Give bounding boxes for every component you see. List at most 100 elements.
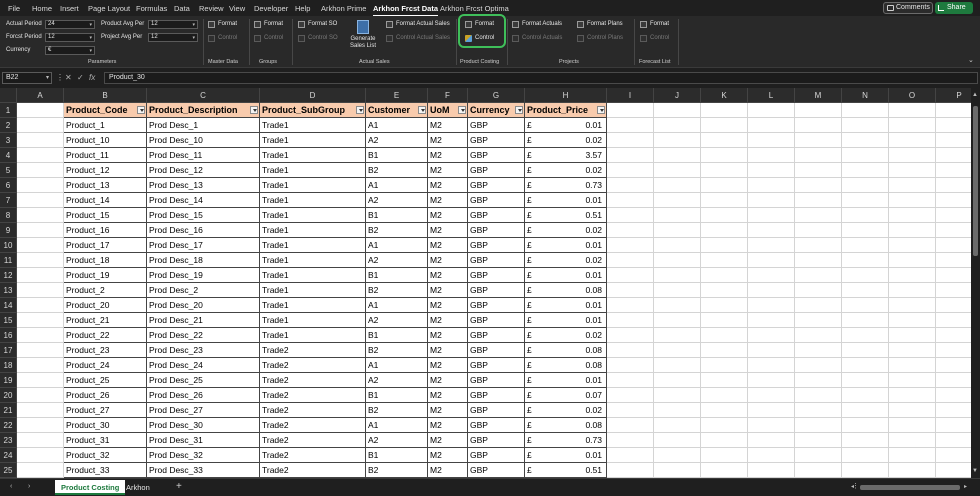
table-cell[interactable]: M2 bbox=[428, 343, 468, 358]
table-cell[interactable]: Trade2 bbox=[260, 373, 366, 388]
empty-cell[interactable] bbox=[795, 283, 842, 298]
table-cell[interactable]: Trade1 bbox=[260, 163, 366, 178]
empty-cell[interactable] bbox=[889, 103, 936, 118]
empty-cell[interactable] bbox=[889, 388, 936, 403]
column-header[interactable]: L bbox=[748, 88, 795, 103]
sheet-nav-next-icon[interactable]: › bbox=[28, 483, 30, 490]
table-cell[interactable]: Product_16 bbox=[64, 223, 147, 238]
table-cell[interactable]: Product_24 bbox=[64, 358, 147, 373]
empty-cell[interactable] bbox=[889, 133, 936, 148]
table-cell[interactable]: Product_12 bbox=[64, 163, 147, 178]
empty-cell[interactable] bbox=[748, 373, 795, 388]
empty-cell[interactable] bbox=[842, 193, 889, 208]
empty-cell[interactable] bbox=[748, 328, 795, 343]
table-cell[interactable]: GBP bbox=[468, 238, 525, 253]
empty-cell[interactable] bbox=[842, 148, 889, 163]
table-cell[interactable]: Product_27 bbox=[64, 403, 147, 418]
empty-cell[interactable] bbox=[748, 298, 795, 313]
table-cell[interactable]: A1 bbox=[366, 118, 428, 133]
empty-cell[interactable] bbox=[795, 268, 842, 283]
empty-cell[interactable] bbox=[701, 208, 748, 223]
menu-item-data[interactable]: Data bbox=[174, 4, 190, 13]
empty-cell[interactable] bbox=[607, 298, 654, 313]
empty-cell[interactable] bbox=[842, 328, 889, 343]
filter-dropdown-icon[interactable] bbox=[250, 106, 258, 114]
empty-cell[interactable] bbox=[17, 178, 64, 193]
empty-cell[interactable] bbox=[701, 193, 748, 208]
empty-cell[interactable] bbox=[17, 118, 64, 133]
empty-cell[interactable] bbox=[795, 223, 842, 238]
empty-cell[interactable] bbox=[607, 268, 654, 283]
empty-cell[interactable] bbox=[607, 208, 654, 223]
empty-cell[interactable] bbox=[701, 403, 748, 418]
sheet-tab-arkhon[interactable]: Arkhon bbox=[120, 480, 156, 495]
table-cell[interactable]: A1 bbox=[366, 418, 428, 433]
row-header[interactable]: 5 bbox=[0, 163, 17, 178]
table-cell-price[interactable]: £0.01 bbox=[525, 238, 607, 253]
forecast-list-control-button[interactable]: Control bbox=[639, 34, 669, 43]
empty-cell[interactable] bbox=[654, 328, 701, 343]
empty-cell[interactable] bbox=[842, 208, 889, 223]
empty-cell[interactable] bbox=[701, 328, 748, 343]
empty-cell[interactable] bbox=[748, 163, 795, 178]
comments-button[interactable]: Comments bbox=[883, 2, 933, 14]
empty-cell[interactable] bbox=[842, 418, 889, 433]
empty-cell[interactable] bbox=[795, 343, 842, 358]
empty-cell[interactable] bbox=[17, 223, 64, 238]
table-cell[interactable]: Trade2 bbox=[260, 388, 366, 403]
empty-cell[interactable] bbox=[795, 178, 842, 193]
empty-cell[interactable] bbox=[607, 238, 654, 253]
menu-item-file[interactable]: File bbox=[8, 4, 20, 13]
table-cell-price[interactable]: £0.51 bbox=[525, 463, 607, 478]
empty-cell[interactable] bbox=[748, 103, 795, 118]
table-cell[interactable]: GBP bbox=[468, 208, 525, 223]
actual-period-field[interactable]: 24 ▾ bbox=[45, 20, 95, 29]
table-cell[interactable]: M2 bbox=[428, 193, 468, 208]
empty-cell[interactable] bbox=[748, 193, 795, 208]
table-cell[interactable]: Product_13 bbox=[64, 178, 147, 193]
table-cell[interactable]: GBP bbox=[468, 388, 525, 403]
table-cell-price[interactable]: £0.02 bbox=[525, 163, 607, 178]
empty-cell[interactable] bbox=[795, 103, 842, 118]
table-cell[interactable]: Product_25 bbox=[64, 373, 147, 388]
table-cell[interactable]: M2 bbox=[428, 418, 468, 433]
menu-item-formulas[interactable]: Formulas bbox=[136, 4, 167, 13]
table-cell[interactable]: Prod Desc_17 bbox=[147, 238, 260, 253]
row-header[interactable]: 17 bbox=[0, 343, 17, 358]
empty-cell[interactable] bbox=[748, 283, 795, 298]
empty-cell[interactable] bbox=[607, 118, 654, 133]
table-header-cell[interactable]: Customer bbox=[366, 103, 428, 118]
empty-cell[interactable] bbox=[654, 223, 701, 238]
table-cell[interactable]: Prod Desc_16 bbox=[147, 223, 260, 238]
sheet-nav-prev-icon[interactable]: ‹ bbox=[10, 483, 12, 490]
table-cell-price[interactable]: £0.73 bbox=[525, 178, 607, 193]
empty-cell[interactable] bbox=[889, 118, 936, 133]
empty-cell[interactable] bbox=[654, 433, 701, 448]
empty-cell[interactable] bbox=[842, 463, 889, 478]
master-data-format-button[interactable]: Format bbox=[207, 20, 237, 29]
table-cell[interactable]: M2 bbox=[428, 448, 468, 463]
table-cell[interactable]: GBP bbox=[468, 358, 525, 373]
empty-cell[interactable] bbox=[842, 133, 889, 148]
empty-cell[interactable] bbox=[701, 313, 748, 328]
table-cell[interactable]: Prod Desc_24 bbox=[147, 358, 260, 373]
empty-cell[interactable] bbox=[607, 448, 654, 463]
table-cell[interactable]: GBP bbox=[468, 298, 525, 313]
table-cell[interactable]: GBP bbox=[468, 373, 525, 388]
table-header-cell[interactable]: Product_Description bbox=[147, 103, 260, 118]
row-header[interactable]: 10 bbox=[0, 238, 17, 253]
table-cell[interactable]: Trade1 bbox=[260, 253, 366, 268]
empty-cell[interactable] bbox=[889, 148, 936, 163]
empty-cell[interactable] bbox=[654, 103, 701, 118]
table-cell[interactable]: Trade2 bbox=[260, 448, 366, 463]
table-cell[interactable]: Trade1 bbox=[260, 133, 366, 148]
generate-sales-list-button[interactable]: Generate Sales List bbox=[347, 20, 379, 50]
empty-cell[interactable] bbox=[701, 388, 748, 403]
table-cell[interactable]: M2 bbox=[428, 268, 468, 283]
row-header[interactable]: 6 bbox=[0, 178, 17, 193]
empty-cell[interactable] bbox=[701, 268, 748, 283]
empty-cell[interactable] bbox=[795, 133, 842, 148]
table-cell[interactable]: GBP bbox=[468, 283, 525, 298]
row-header[interactable]: 23 bbox=[0, 433, 17, 448]
table-cell[interactable]: M2 bbox=[428, 358, 468, 373]
